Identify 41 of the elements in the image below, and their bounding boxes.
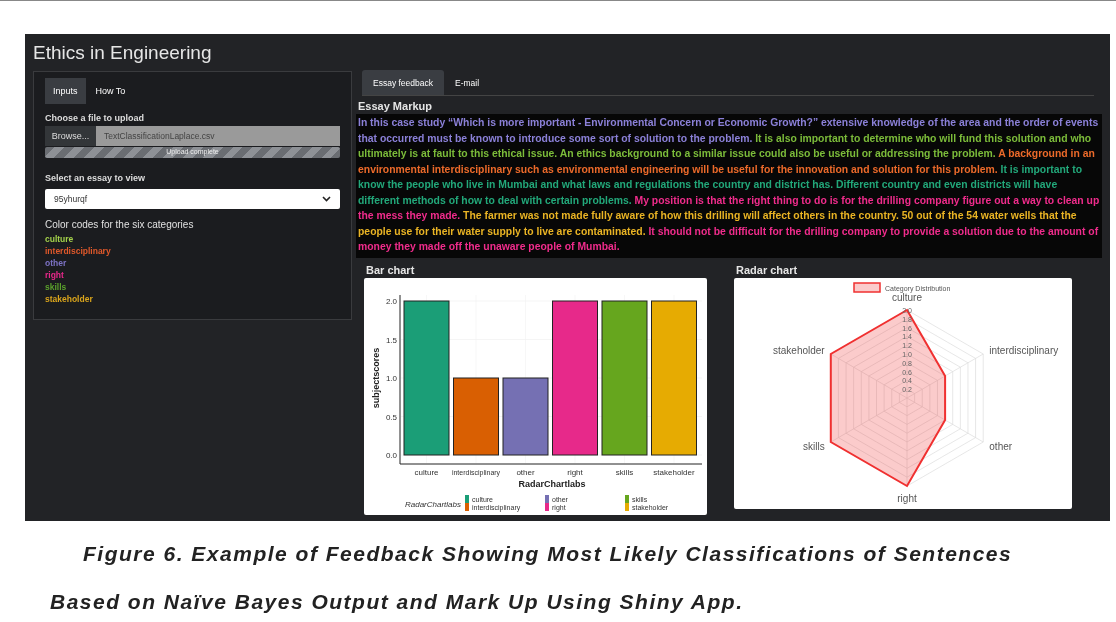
axis-label: culture [892,291,922,303]
browse-button[interactable]: Browse... [45,126,96,146]
sidebar-tab[interactable]: How To [87,78,134,104]
sidebar-tab[interactable]: Inputs [45,78,86,104]
tick-label: 1.5 [385,335,397,344]
category-label: skills [45,281,68,293]
category-label: other [45,257,68,269]
figure-caption: Figure 6. Example of Feedback Showing Most Likely Classifications of Sentences Based on Naïve Bayes Output and Mark Up Using Shiny App. [50,541,1014,615]
section-heading: Essay Markup [358,100,433,112]
essay-text: In this case study “Which is more important - Environmental Concern or Economic Growth?” extensive knowledge of the area and the order of events that occurred must be known to introduce some sort of solution to the problem. It is also important to determine who will fund this solution and who ultimately is at fault to this ethical issue. An ethics background to a similar issue could also be useful or addressing the problem. A background in an environmental interdisciplinary such as environmental engineering will be useful for the innovation and solution for this problem. It is important to know the people who live in Mumbai and what laws and regulations the country and district has. Different country and even districts will have different methods of how to deal with certain problems. My position is that the right thing to do is for the drilling company figure out a way to clean up the mess they made. The farmer was not made fully aware of how this drilling will affect others in the country. 50 out of the 54 water wells that the people use for their water supply to live are contaminated. It should not be difficult for the drilling company to provide a solution due to the amount of money they made off the unaware people of Mumbai. [356,114,1102,258]
essay-select[interactable]: 95yhurqf [45,189,340,209]
section-heading: Radar chart [736,263,799,276]
tick-label: right [567,467,583,477]
axis-label: interdisciplinary [989,345,1059,356]
axis-label: other [989,440,1013,451]
tick-label: 0.0 [385,450,397,460]
legend-title: RadarChartlabs [404,499,461,509]
main-tab[interactable]: E-mail [444,70,491,95]
category-label: interdisciplinary [45,245,112,257]
field-label: Choose a file to upload [45,113,145,123]
main-tab[interactable]: Essay feedback [362,70,444,95]
color-codes-heading: Color codes for the six categories [45,219,195,230]
category-label: culture [45,233,75,245]
tick-label: skills [615,467,634,477]
category-label: right [45,269,65,281]
tick-label: 1.0 [385,373,397,383]
section-heading: Bar chart [366,263,416,276]
tick-label: culture [414,467,439,477]
tick-label: other [516,467,535,477]
category-label: stakeholder [45,293,94,305]
axis-title: subjectscores [371,347,381,408]
tick-label: 0.5 [385,412,397,421]
tick-label: stakeholder [653,467,695,477]
app-title: Ethics in Engineering [33,42,213,65]
tick-label: 2.0 [385,296,397,306]
file-name-field[interactable]: TextClassificationLaplace.csv [96,126,340,146]
axis-title: RadarChartlabs [518,478,586,489]
axis-label: stakeholder [773,345,825,356]
axis-label: skills [803,440,825,451]
axis-label: right [897,492,917,504]
field-label: Select an essay to view [45,173,147,183]
